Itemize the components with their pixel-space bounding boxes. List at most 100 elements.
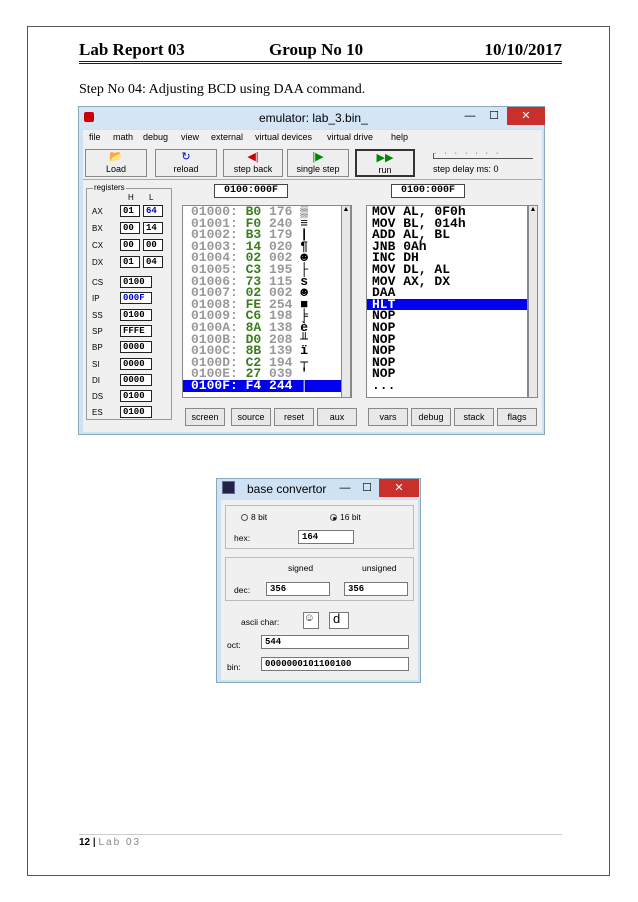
disassembly-view[interactable]: MOV AL, 0F0h MOV BL, 014h ADD AL, BL JNB 0A…: [366, 205, 528, 398]
vars-button[interactable]: vars: [368, 408, 408, 426]
reg-bx-low[interactable]: 14: [143, 222, 163, 234]
menu-view[interactable]: view: [181, 132, 199, 142]
disasm-address-field[interactable]: 0100:000F: [391, 184, 465, 198]
single-step-label: single step: [296, 164, 340, 174]
reg-name-dx: DX: [92, 258, 104, 267]
unsigned-dec-input[interactable]: 356: [344, 582, 408, 596]
screen-button[interactable]: screen: [185, 408, 225, 426]
reg-name-es: ES: [92, 408, 103, 418]
menu-bar: file math debug view external virtual de…: [83, 130, 542, 146]
page-header: Lab Report 03 Group No 10 10/10/2017: [79, 40, 562, 64]
reload-button[interactable]: ↻ reload: [155, 149, 217, 177]
unsigned-label: unsigned: [362, 563, 397, 573]
step-back-button[interactable]: ◀| step back: [223, 149, 283, 177]
reg-name-cx: CX: [92, 241, 104, 250]
reg-dx-high[interactable]: 01: [120, 256, 140, 268]
reg-name-cs: CS: [92, 278, 104, 287]
header-date: 10/10/2017: [484, 40, 562, 59]
run-label: run: [378, 165, 392, 175]
minimize-icon[interactable]: —: [335, 479, 355, 497]
reg-cx-low[interactable]: 00: [143, 239, 163, 251]
menu-math[interactable]: math: [113, 132, 133, 142]
emulator-title: emulator: lab_3.bin_: [259, 111, 368, 125]
reset-button[interactable]: reset: [274, 408, 314, 426]
radio-16bit[interactable]: 16 bit: [330, 512, 361, 522]
scroll-up-icon[interactable]: ▲: [529, 206, 537, 213]
l-label: L: [149, 193, 154, 202]
toolbar: 📂 Load ↻ reload ◀| step back |▶ single s…: [83, 146, 542, 180]
maximize-icon[interactable]: ☐: [357, 479, 377, 497]
radio-8bit[interactable]: 8 bit: [241, 512, 267, 522]
reg-name-ss: SS: [92, 310, 103, 320]
memory-view[interactable]: 01000: B0 176 ▒ 01001: F0 240 ≡ 01002: B3 …: [182, 205, 352, 398]
oct-input[interactable]: 544: [261, 635, 409, 649]
source-button[interactable]: source: [231, 408, 271, 426]
footer-label: Lab 03: [98, 837, 142, 848]
scroll-up-icon[interactable]: ▲: [342, 206, 350, 213]
registers-panel: registers H L AX 01 64 BX 00 14 CX 00 00 DX 01 04 C…: [86, 183, 172, 420]
reg-dx-low[interactable]: 04: [143, 256, 163, 268]
stack-button[interactable]: stack: [454, 408, 494, 426]
reg-ax-low[interactable]: 64: [143, 205, 163, 217]
disasm-row[interactable]: ...: [367, 379, 527, 392]
reg-si[interactable]: 0000: [120, 357, 152, 370]
run-icon: ▶▶: [376, 152, 394, 164]
memory-row[interactable]: 0100F: F4 244 ⌠: [183, 377, 351, 393]
bin-input[interactable]: 0000000101100100: [261, 657, 409, 671]
menu-debug[interactable]: debug: [143, 132, 168, 142]
menu-virtual-drive[interactable]: virtual drive: [327, 132, 373, 142]
signed-dec-input[interactable]: 356: [266, 582, 330, 596]
bin-label: bin:: [227, 662, 241, 672]
close-icon[interactable]: ✕: [507, 107, 545, 125]
flags-button[interactable]: flags: [497, 408, 537, 426]
minimize-icon[interactable]: —: [459, 107, 481, 125]
radio-8bit-label: 8 bit: [251, 512, 268, 522]
reg-ax-high[interactable]: 01: [120, 205, 140, 217]
menu-virtual-devices[interactable]: virtual devices: [255, 132, 312, 142]
reg-ss[interactable]: 0100: [120, 308, 152, 321]
reg-ds[interactable]: 0100: [120, 390, 152, 403]
memory-hex: F4: [245, 377, 262, 393]
reg-cx-high[interactable]: 00: [120, 239, 140, 251]
hex-input[interactable]: 164: [298, 530, 354, 544]
run-button[interactable]: ▶▶ run: [355, 149, 415, 177]
signed-label: signed: [288, 563, 314, 573]
reg-sp[interactable]: FFFE: [120, 324, 152, 337]
base-convertor-window: base convertor — ☐ ✕ 8 bit 16 bit hex: 1…: [216, 478, 421, 683]
single-step-button[interactable]: |▶ single step: [287, 149, 349, 177]
reg-di[interactable]: 0000: [120, 373, 152, 386]
reg-bx-high[interactable]: 00: [120, 222, 140, 234]
memory-scrollbar[interactable]: ▲: [341, 205, 351, 398]
emulator-window: emulator: lab_3.bin_ — ☐ ✕ file math deb…: [78, 106, 545, 435]
radio-8bit-icon: [241, 514, 248, 522]
ascii-char-input[interactable]: d: [329, 612, 349, 629]
h-label: H: [128, 193, 134, 202]
reg-name-ds: DS: [92, 392, 104, 402]
dec-group: signed unsigned dec: 356 356: [225, 557, 414, 601]
reg-name-ax: AX: [92, 207, 103, 216]
emulator-app-icon: [84, 112, 94, 122]
convertor-titlebar: base convertor — ☐ ✕: [217, 479, 420, 499]
reg-bp[interactable]: 0000: [120, 341, 152, 354]
single-step-icon: |▶: [312, 151, 324, 163]
menu-external[interactable]: external: [211, 132, 243, 142]
step-back-icon: ◀|: [247, 151, 259, 163]
reg-name-bx: BX: [92, 224, 103, 233]
memory-char: ⌠: [300, 377, 309, 393]
radio-16bit-label: 16 bit: [340, 512, 361, 522]
ascii-symbol-box[interactable]: ☺: [303, 612, 319, 629]
load-button[interactable]: 📂 Load: [85, 149, 147, 177]
disasm-scrollbar[interactable]: ▲: [528, 205, 538, 398]
menu-file[interactable]: file: [89, 132, 101, 142]
close-icon[interactable]: ✕: [379, 479, 419, 497]
maximize-icon[interactable]: ☐: [483, 107, 505, 125]
aux-button[interactable]: aux: [317, 408, 357, 426]
step-delay-slider[interactable]: ······· step delay ms: 0: [431, 149, 539, 177]
reg-es[interactable]: 0100: [120, 406, 152, 419]
reg-ip[interactable]: 000F: [120, 292, 152, 305]
emulator-titlebar: emulator: lab_3.bin_ — ☐ ✕: [79, 107, 545, 129]
reg-cs[interactable]: 0100: [120, 276, 152, 288]
debug-button[interactable]: debug: [411, 408, 451, 426]
memory-address-field[interactable]: 0100:000F: [214, 184, 288, 198]
menu-help[interactable]: help: [391, 132, 408, 142]
